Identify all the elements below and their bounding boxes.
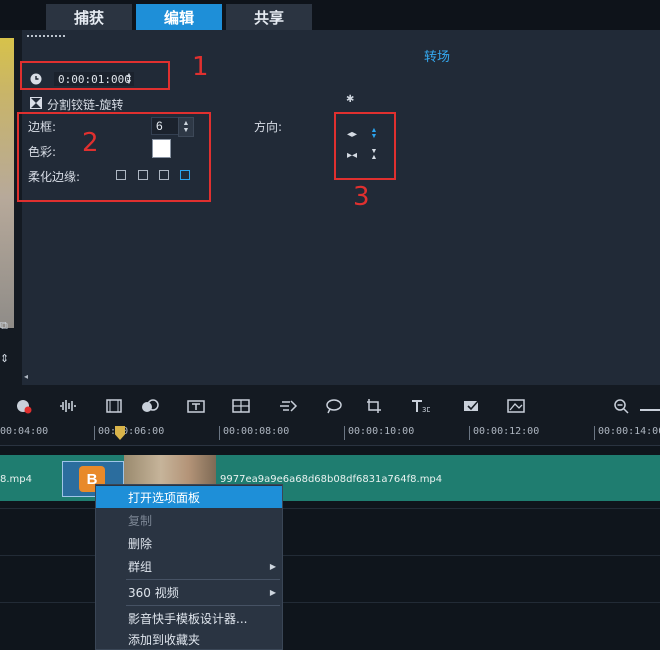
panel-collapse-arrow-icon[interactable]: ◂ bbox=[24, 372, 28, 381]
tab-edit[interactable]: 编辑 bbox=[136, 4, 222, 30]
menu-item-copy[interactable]: 复制 bbox=[96, 509, 282, 531]
border-spinner[interactable]: ▲ ▼ bbox=[178, 117, 194, 137]
menu-item-label: 360 视频 bbox=[128, 585, 179, 600]
duration-field[interactable]: 0:00:01:000 bbox=[54, 72, 134, 86]
ruler-label: 00:00:14:00 bbox=[598, 426, 660, 437]
soften-option-low[interactable] bbox=[138, 170, 148, 180]
menu-item-template-designer[interactable]: 影音快手模板设计器... bbox=[96, 607, 282, 629]
duration-value: 0:00:01:000 bbox=[58, 72, 131, 86]
zoom-slider[interactable] bbox=[640, 409, 660, 411]
direction-up-down-icon[interactable]: ▲ ▼ bbox=[367, 127, 381, 140]
image-icon[interactable] bbox=[506, 398, 526, 414]
context-menu: 打开选项面板 复制 删除 群组 ▶ 360 视频 ▶ 影音快手模板设计器... 添加… bbox=[95, 484, 283, 650]
preview-strip: ⧉ ⇕ bbox=[0, 30, 22, 385]
record-icon[interactable] bbox=[14, 398, 34, 414]
direction-inward-horizontal-icon[interactable]: ▸◂ bbox=[345, 149, 359, 161]
color-label: 色彩: bbox=[28, 145, 57, 159]
tab-share[interactable]: 共享 bbox=[226, 4, 312, 30]
menu-separator bbox=[126, 579, 280, 580]
copy-icon[interactable]: ⧉ bbox=[0, 320, 12, 332]
panel-grip[interactable] bbox=[26, 34, 66, 38]
lasso-icon[interactable] bbox=[324, 398, 344, 414]
preview-image bbox=[0, 38, 14, 328]
menu-item-label: 影音快手模板设计器... bbox=[128, 611, 248, 626]
ruler-tick bbox=[594, 426, 595, 440]
menu-item-open-options[interactable]: 打开选项面板 bbox=[96, 486, 282, 508]
panel-title: 转场 bbox=[423, 49, 450, 64]
tab-capture[interactable]: 捕获 bbox=[46, 4, 132, 30]
border-label: 边框: bbox=[28, 120, 57, 134]
ruler-label: 00:00:10:00 bbox=[348, 426, 415, 437]
zoom-out-icon[interactable] bbox=[612, 398, 632, 414]
ruler-label: 00:00:08:00 bbox=[223, 426, 290, 437]
soften-option-medium[interactable] bbox=[159, 170, 169, 180]
menu-item-360-video[interactable]: 360 视频 ▶ bbox=[96, 581, 282, 603]
ruler-label: 00:00:06:00 bbox=[98, 426, 165, 437]
svg-text:3D: 3D bbox=[422, 406, 430, 414]
menu-separator bbox=[126, 605, 280, 606]
menu-item-label: 群组 bbox=[128, 559, 153, 574]
annotation-number-1: 1 bbox=[192, 52, 209, 82]
border-value: 6 bbox=[156, 119, 163, 133]
annotation-number-3: 3 bbox=[353, 182, 370, 212]
edit-check-icon[interactable] bbox=[462, 398, 482, 414]
menu-item-delete[interactable]: 删除 bbox=[96, 532, 282, 554]
soften-option-none[interactable] bbox=[116, 170, 126, 180]
annotation-box-3 bbox=[334, 112, 396, 180]
film-icon[interactable] bbox=[104, 398, 124, 414]
ruler-tick bbox=[94, 426, 95, 440]
submenu-arrow-icon: ▶ bbox=[269, 561, 276, 571]
submenu-arrow-icon: ▶ bbox=[269, 587, 276, 597]
direction-label: 方向: bbox=[254, 120, 283, 134]
ruler-label: 00:04:00 bbox=[0, 426, 49, 437]
annotation-number-2: 2 bbox=[82, 128, 99, 158]
ruler-tick bbox=[344, 426, 345, 440]
border-input[interactable]: 6 bbox=[151, 117, 179, 135]
soften-option-high[interactable] bbox=[180, 170, 190, 180]
transition-name: 分割铰链-旋转 bbox=[47, 98, 124, 112]
ruler-tick bbox=[469, 426, 470, 440]
menu-item-add-favorites[interactable]: 添加到收藏夹 bbox=[96, 628, 282, 650]
direction-inward-vertical-icon[interactable]: ▼ ▲ bbox=[367, 148, 381, 161]
color-swatch[interactable] bbox=[152, 139, 171, 158]
crop-icon[interactable] bbox=[366, 398, 386, 414]
left-clip-name: 8.mp4 bbox=[0, 474, 32, 485]
grid-icon[interactable] bbox=[231, 398, 251, 414]
menu-item-label: 打开选项面板 bbox=[128, 490, 201, 505]
motion-icon[interactable] bbox=[140, 398, 160, 414]
ruler-label: 00:00:12:00 bbox=[473, 426, 540, 437]
title-icon[interactable] bbox=[186, 398, 206, 414]
clock-icon bbox=[30, 73, 42, 85]
ruler-tick bbox=[219, 426, 220, 440]
audio-waveform-icon[interactable] bbox=[58, 398, 78, 414]
duration-spinner[interactable]: ▲ ▼ bbox=[124, 72, 134, 86]
motion-path-icon[interactable] bbox=[279, 398, 299, 414]
spin-arrows-icon[interactable]: ⇕ bbox=[0, 352, 12, 365]
menu-item-label: 复制 bbox=[128, 513, 153, 528]
3d-title-icon[interactable]: 3D bbox=[410, 398, 430, 414]
direction-left-right-icon[interactable]: ◂▸ bbox=[345, 128, 359, 140]
menu-item-group[interactable]: 群组 ▶ bbox=[96, 555, 282, 577]
soften-label: 柔化边缘: bbox=[28, 170, 81, 184]
menu-item-label: 删除 bbox=[128, 536, 153, 551]
pin-icon[interactable]: ✱ bbox=[346, 94, 358, 106]
menu-item-label: 添加到收藏夹 bbox=[128, 632, 201, 647]
transition-icon bbox=[30, 97, 42, 109]
